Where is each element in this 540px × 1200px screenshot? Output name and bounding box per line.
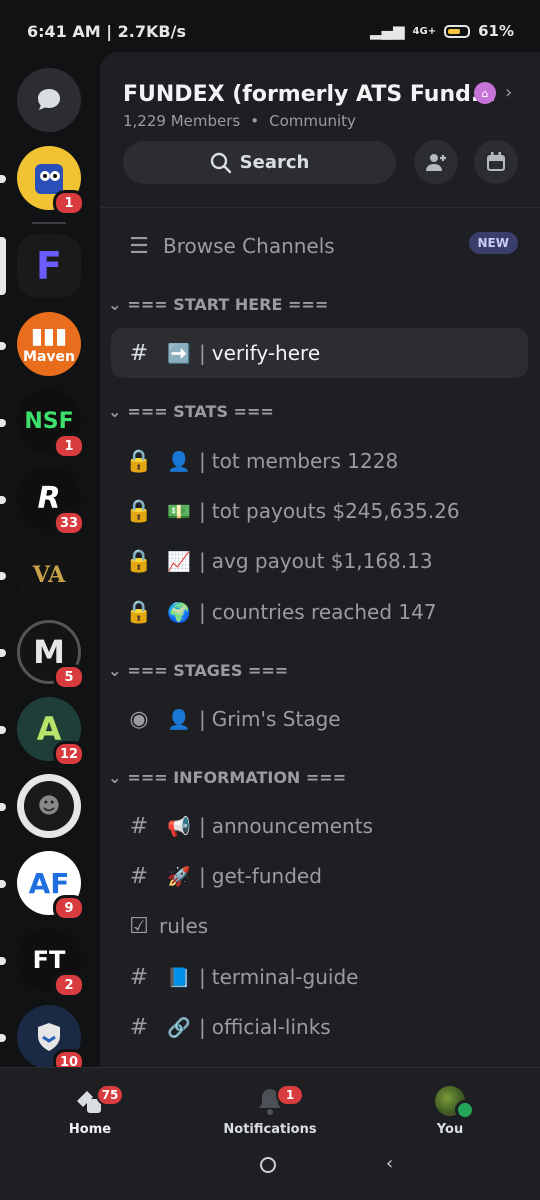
chevron-down-icon: ⌄: [108, 768, 122, 787]
server-icon-fundex[interactable]: F: [17, 234, 81, 298]
arrow-emoji: ➡️: [167, 342, 191, 365]
signal-icon: ▂▄▆: [369, 22, 405, 40]
system-nav-bar: ‹: [0, 1150, 540, 1180]
home-icon: 75: [30, 1084, 150, 1116]
channel-rules[interactable]: ☑ rules: [111, 901, 528, 951]
lock-icon: 🔒: [125, 498, 153, 524]
home-badge: 75: [96, 1084, 124, 1106]
server-badge: 2: [53, 972, 85, 998]
hash-icon: #: [129, 813, 149, 839]
channel-tot-payouts[interactable]: 🔒 💵 | tot payouts $245,635.26: [111, 486, 528, 536]
battery-icon: [444, 24, 471, 38]
search-button[interactable]: Search: [123, 141, 396, 184]
server-meta: 1,229 Members • Community: [123, 112, 356, 130]
category-stages[interactable]: ⌄ === STAGES ===: [108, 661, 288, 680]
server-icon-nsf[interactable]: NSF 1: [17, 389, 85, 459]
hash-icon: #: [129, 340, 149, 366]
channel-countries-reached[interactable]: 🔒 🌍 | countries reached 147: [111, 587, 528, 637]
notifications-badge: 1: [276, 1084, 304, 1106]
category-information[interactable]: ⌄ === INFORMATION ===: [108, 768, 346, 787]
tab-home[interactable]: 75 Home: [30, 1084, 150, 1137]
channel-panel: FUNDEX (formerly ATS Fund... ⌂ › 1,229 M…: [100, 52, 540, 1067]
lock-icon: 🔒: [125, 548, 153, 574]
server-icon-9[interactable]: ☻: [17, 774, 81, 838]
invite-button[interactable]: [414, 140, 458, 184]
hash-icon: #: [129, 863, 149, 889]
server-icon-7[interactable]: M 5: [17, 620, 85, 690]
chevron-right-icon[interactable]: ›: [505, 82, 512, 103]
server-type: Community: [269, 112, 356, 130]
server-badge: 9: [53, 895, 85, 921]
server-name[interactable]: FUNDEX (formerly ATS Fund...: [123, 82, 496, 107]
bottom-nav: 75 Home 1 Notifications You: [0, 1067, 540, 1200]
channel-official-links[interactable]: # 🔗 | official-links: [111, 1002, 528, 1052]
tab-you[interactable]: You: [390, 1086, 510, 1137]
server-badge: 10: [53, 1049, 85, 1067]
online-status-dot: [455, 1100, 475, 1120]
calendar-icon: [487, 152, 505, 171]
bell-icon: 1: [210, 1084, 330, 1116]
add-member-icon: [426, 154, 446, 171]
server-badge: 1: [53, 433, 85, 459]
server-rail: 1 F ▮▮▮ Maven NSF 1 R 33 VA M 5 A 12 ☻ AF: [0, 62, 100, 1067]
boost-icon: ⌂: [474, 82, 496, 104]
server-icon-maven[interactable]: ▮▮▮ Maven: [17, 312, 81, 376]
status-icons: ▂▄▆ 4G+ 61%: [370, 22, 514, 40]
browse-channels-label: Browse Channels: [163, 234, 335, 258]
server-icon-1[interactable]: 1: [17, 146, 85, 216]
browse-channels-icon: ☰: [129, 233, 149, 259]
category-stats[interactable]: ⌄ === STATS ===: [108, 402, 274, 421]
channel-tot-members[interactable]: 🔒 👤 | tot members 1228: [111, 436, 528, 486]
server-icon-8[interactable]: A 12: [17, 697, 85, 767]
events-button[interactable]: [474, 140, 518, 184]
chevron-down-icon: ⌄: [108, 402, 122, 421]
server-icon-cft[interactable]: FT 2: [17, 928, 85, 998]
server-badge: 33: [53, 510, 85, 536]
new-badge: NEW: [468, 232, 518, 254]
member-count: 1,229 Members: [123, 112, 241, 130]
server-icon-af[interactable]: AF 9: [17, 851, 85, 921]
server-icon-12[interactable]: 10: [17, 1005, 85, 1067]
server-badge: 12: [53, 741, 85, 767]
lock-icon: 🔒: [125, 448, 153, 474]
channel-terminal-guide[interactable]: # 📘 | terminal-guide: [111, 952, 528, 1002]
back-icon[interactable]: ‹: [386, 1153, 393, 1174]
server-badge: 1: [53, 190, 85, 216]
tab-notifications[interactable]: 1 Notifications: [210, 1084, 330, 1137]
search-icon: [210, 152, 231, 173]
hash-icon: #: [129, 964, 149, 990]
avatar: [435, 1086, 475, 1120]
hash-icon: #: [129, 1014, 149, 1040]
home-circle-icon[interactable]: [260, 1157, 276, 1173]
server-badge: 5: [53, 664, 85, 690]
channel-announcements[interactable]: # 📢 | announcements: [111, 801, 528, 851]
channel-grims-stage[interactable]: ◉ 👤 | Grim's Stage: [111, 694, 528, 744]
channel-avg-payout[interactable]: 🔒 📈 | avg payout $1,168.13: [111, 536, 528, 586]
server-icon-5[interactable]: R 33: [17, 466, 85, 536]
search-label: Search: [239, 152, 310, 173]
stage-icon: ◉: [129, 706, 149, 732]
lock-icon: 🔒: [125, 599, 153, 625]
status-time: 6:41 AM | 2.7KB/s: [27, 22, 186, 41]
category-start-here[interactable]: ⌄ === START HERE ===: [108, 295, 328, 314]
channel-verify-here[interactable]: # ➡️ | verify-here: [111, 328, 528, 378]
browse-channels-button[interactable]: ☰ Browse Channels NEW: [111, 221, 528, 271]
rules-icon: ☑: [129, 913, 149, 939]
network-label: 4G+: [412, 25, 437, 37]
chevron-down-icon: ⌄: [108, 295, 122, 314]
battery-level: 61%: [478, 22, 514, 40]
channel-get-funded[interactable]: # 🚀 | get-funded: [111, 851, 528, 901]
direct-messages-button[interactable]: [17, 68, 81, 132]
chevron-down-icon: ⌄: [108, 661, 122, 680]
server-icon-6[interactable]: VA: [17, 543, 81, 607]
chat-bubble-icon: [17, 68, 81, 132]
